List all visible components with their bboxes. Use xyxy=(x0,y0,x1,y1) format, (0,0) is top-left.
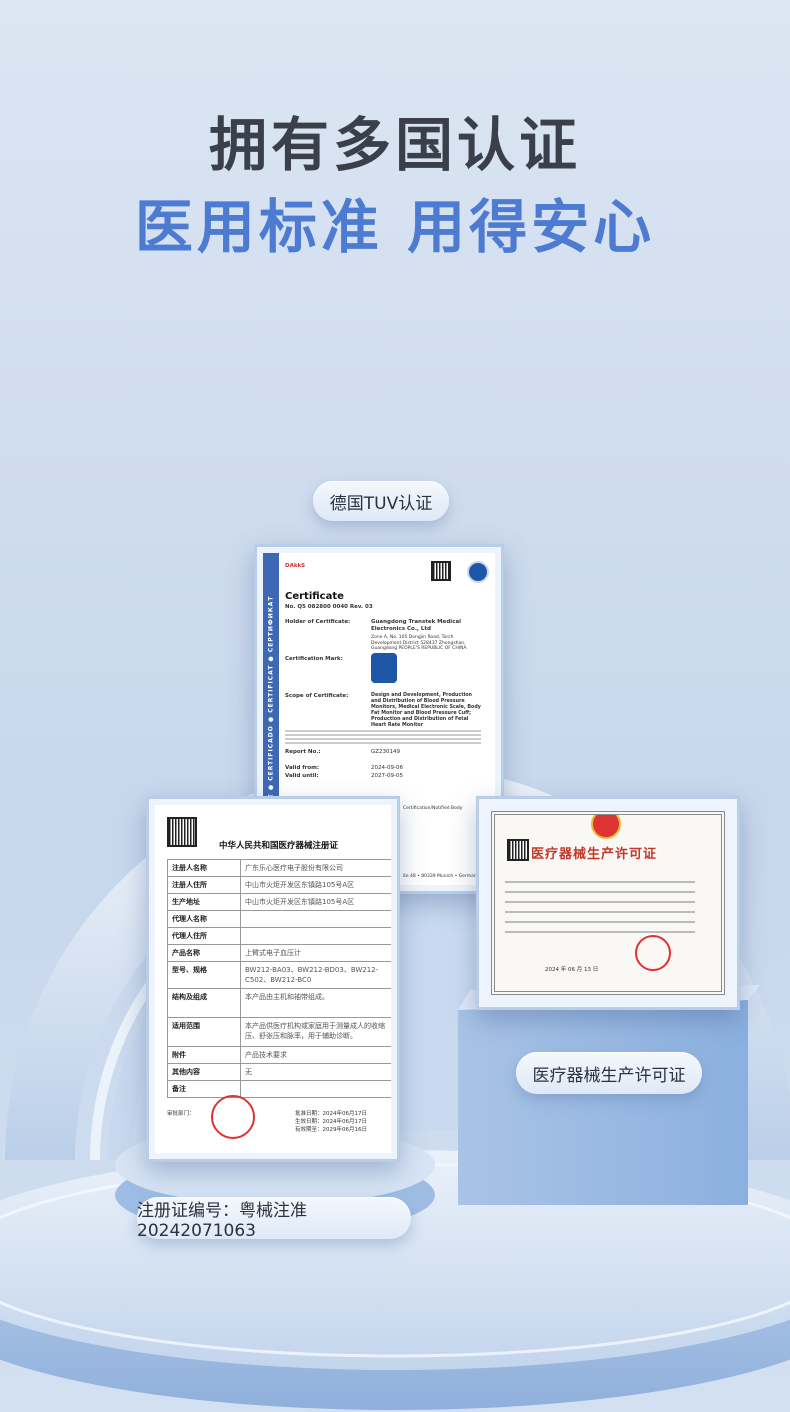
license-certificate-paper: 医疗器械生产许可证 2024 年 06 月 13 日 xyxy=(491,811,725,995)
expiry-date: 2029年06月16日 xyxy=(322,1127,368,1133)
license-title: 医疗器械生产许可证 xyxy=(531,847,658,862)
registration-row-value: 无 xyxy=(245,1068,252,1076)
registration-table: 注册人名称 广东乐心医疗电子股份有限公司 注册人住所 中山市火炬开发区东镇路105号A… xyxy=(167,859,391,1098)
registration-row-value: 中山市火炬开发区东镇路105号A区 xyxy=(245,898,355,906)
tuv-munich: ße 48 • 80339 Munich • Germany xyxy=(403,874,480,879)
tuv-mark-label: Certification Mark: xyxy=(285,656,343,662)
registration-row-value xyxy=(241,1081,391,1097)
tuv-footer: Certification/Notified Body xyxy=(403,806,463,811)
registration-badge: 注册证编号：粤械注准20242071063 xyxy=(137,1197,411,1241)
registration-certificate-paper: 中华人民共和国医疗器械注册证 注册人名称 广东乐心医疗电子股份有限公司 注册人住所中… xyxy=(155,805,391,1153)
registration-row: 备注 xyxy=(168,1081,391,1098)
registration-row: 其他内容无 xyxy=(168,1064,391,1081)
dakks-logo: DAkkS xyxy=(285,563,306,569)
registration-badge-label: 注册证编号：粤械注准20242071063 xyxy=(137,1200,307,1241)
tuv-number: No. Q5 082800 0040 Rev. 03 xyxy=(285,604,373,610)
license-date: 2024 年 06 月 13 日 xyxy=(545,967,599,973)
registration-title: 中华人民共和国医疗器械注册证 xyxy=(219,841,339,851)
registration-row-key: 代理人名称 xyxy=(168,911,241,927)
tuv-valid-until-label: Valid until: xyxy=(285,773,319,779)
registration-row: 结构及组成 本产品由主机和袖带组成。 xyxy=(168,989,391,1018)
license-badge-label: 医疗器械生产许可证 xyxy=(532,1065,686,1086)
registration-row: 适用范围 本产品供医疗机构或家庭用于测量成人的收缩压、舒张压和脉率，用于辅助诊断。 xyxy=(168,1018,391,1047)
issue-date: 2024年06月17日 xyxy=(322,1119,368,1125)
national-emblem-icon xyxy=(591,815,621,839)
tuv-address: Zone A, No. 105 Dongjin Road, Torch Deve… xyxy=(371,635,467,651)
registration-row: 附件 产品技术要求 xyxy=(168,1047,391,1064)
tuv-scope-label: Scope of Certificate: xyxy=(285,693,349,699)
registration-row-key: 注册人名称 xyxy=(168,860,241,876)
headline-secondary: 医用标准 用得安心 xyxy=(134,193,656,261)
license-qr-code xyxy=(507,839,529,861)
registration-row: 产品名称 上臂式电子血压计 xyxy=(168,945,391,962)
issue-date-label: 生效日期：2024年06月17日 xyxy=(295,1119,368,1125)
registration-certificate: 中华人民共和国医疗器械注册证 注册人名称 广东乐心医疗电子股份有限公司 注册人住所中… xyxy=(146,796,400,1162)
tuv-title: Certificate xyxy=(285,591,344,602)
tuv-badge-label: 德国TUV认证 xyxy=(329,493,433,514)
approval-date: 2024年06月17日 xyxy=(322,1111,368,1117)
registration-row-value: BW212-BA03、BW212-BD03、BW212-C502、BW212-B… xyxy=(245,966,379,984)
registration-reviewer: 审批部门： xyxy=(167,1111,195,1117)
registration-row: 生产地址 中山市火炬开发区东镇路105号A区 xyxy=(168,894,391,911)
registration-row-value: 产品技术要求 xyxy=(245,1051,287,1059)
registration-row-value xyxy=(241,928,391,944)
license-fields xyxy=(505,873,695,941)
registration-row-key: 产品名称 xyxy=(168,945,241,961)
registration-row-key: 注册人住所 xyxy=(168,877,241,893)
license-badge: 医疗器械生产许可证 xyxy=(516,1052,702,1094)
registration-row: 代理人名称 xyxy=(168,911,391,928)
registration-row-key: 代理人住所 xyxy=(168,928,241,944)
registration-qr-code xyxy=(167,817,197,847)
red-seal-stamp xyxy=(211,1095,255,1139)
registration-row-value: 本产品供医疗机构或家庭用于测量成人的收缩压、舒张压和脉率，用于辅助诊断。 xyxy=(245,1022,385,1040)
registration-row-key: 附件 xyxy=(168,1047,241,1063)
tuv-mark-icon xyxy=(371,653,397,683)
headline-primary: 拥有多国认证 xyxy=(208,111,581,179)
registration-row: 代理人住所 xyxy=(168,928,391,945)
registration-row-value: 广东乐心医疗电子股份有限公司 xyxy=(245,864,343,872)
tuv-valid-until: 2027-09-05 xyxy=(371,773,403,779)
tuv-report-no: GZ230149 xyxy=(371,749,401,755)
tuv-scope: Design and Development, Production and D… xyxy=(371,693,481,728)
registration-row: 型号、规格 BW212-BA03、BW212-BD03、BW212-C502、BW… xyxy=(168,962,391,989)
tuv-badge: 德国TUV认证 xyxy=(313,481,449,521)
tuv-holder-label: Holder of Certificate: xyxy=(285,619,351,625)
registration-row-key: 型号、规格 xyxy=(168,962,241,988)
approval-date-label: 批准日期：2024年06月17日 xyxy=(295,1111,368,1117)
tuv-valid-from-label: Valid from: xyxy=(285,765,320,771)
tuv-qr-code xyxy=(431,561,451,581)
license-seal-stamp xyxy=(635,935,671,971)
registration-row: 注册人住所 中山市火炬开发区东镇路105号A区 xyxy=(168,877,391,894)
registration-row-key: 适用范围 xyxy=(168,1018,241,1046)
license-certificate: 医疗器械生产许可证 2024 年 06 月 13 日 xyxy=(476,796,740,1010)
registration-row-value: 中山市火炬开发区东镇路105号A区 xyxy=(245,881,355,889)
registration-row-value xyxy=(241,911,391,927)
registration-row-key: 其他内容 xyxy=(168,1064,241,1080)
registration-row-value: 上臂式电子血压计 xyxy=(245,949,301,957)
tuv-fineprint xyxy=(285,728,481,746)
tuv-logo-icon xyxy=(467,561,489,583)
registration-row-value: 本产品由主机和袖带组成。 xyxy=(245,993,329,1001)
tuv-valid-from: 2024-09-06 xyxy=(371,765,403,771)
registration-row-key: 结构及组成 xyxy=(168,989,241,1017)
registration-row: 注册人名称 广东乐心医疗电子股份有限公司 xyxy=(168,860,391,877)
tuv-report-label: Report No.: xyxy=(285,749,321,755)
registration-row-key: 生产地址 xyxy=(168,894,241,910)
tuv-holder: Guangdong Transtek Medical Electronics C… xyxy=(371,619,462,632)
expiry-date-label: 有效期至：2029年06月16日 xyxy=(295,1127,368,1133)
